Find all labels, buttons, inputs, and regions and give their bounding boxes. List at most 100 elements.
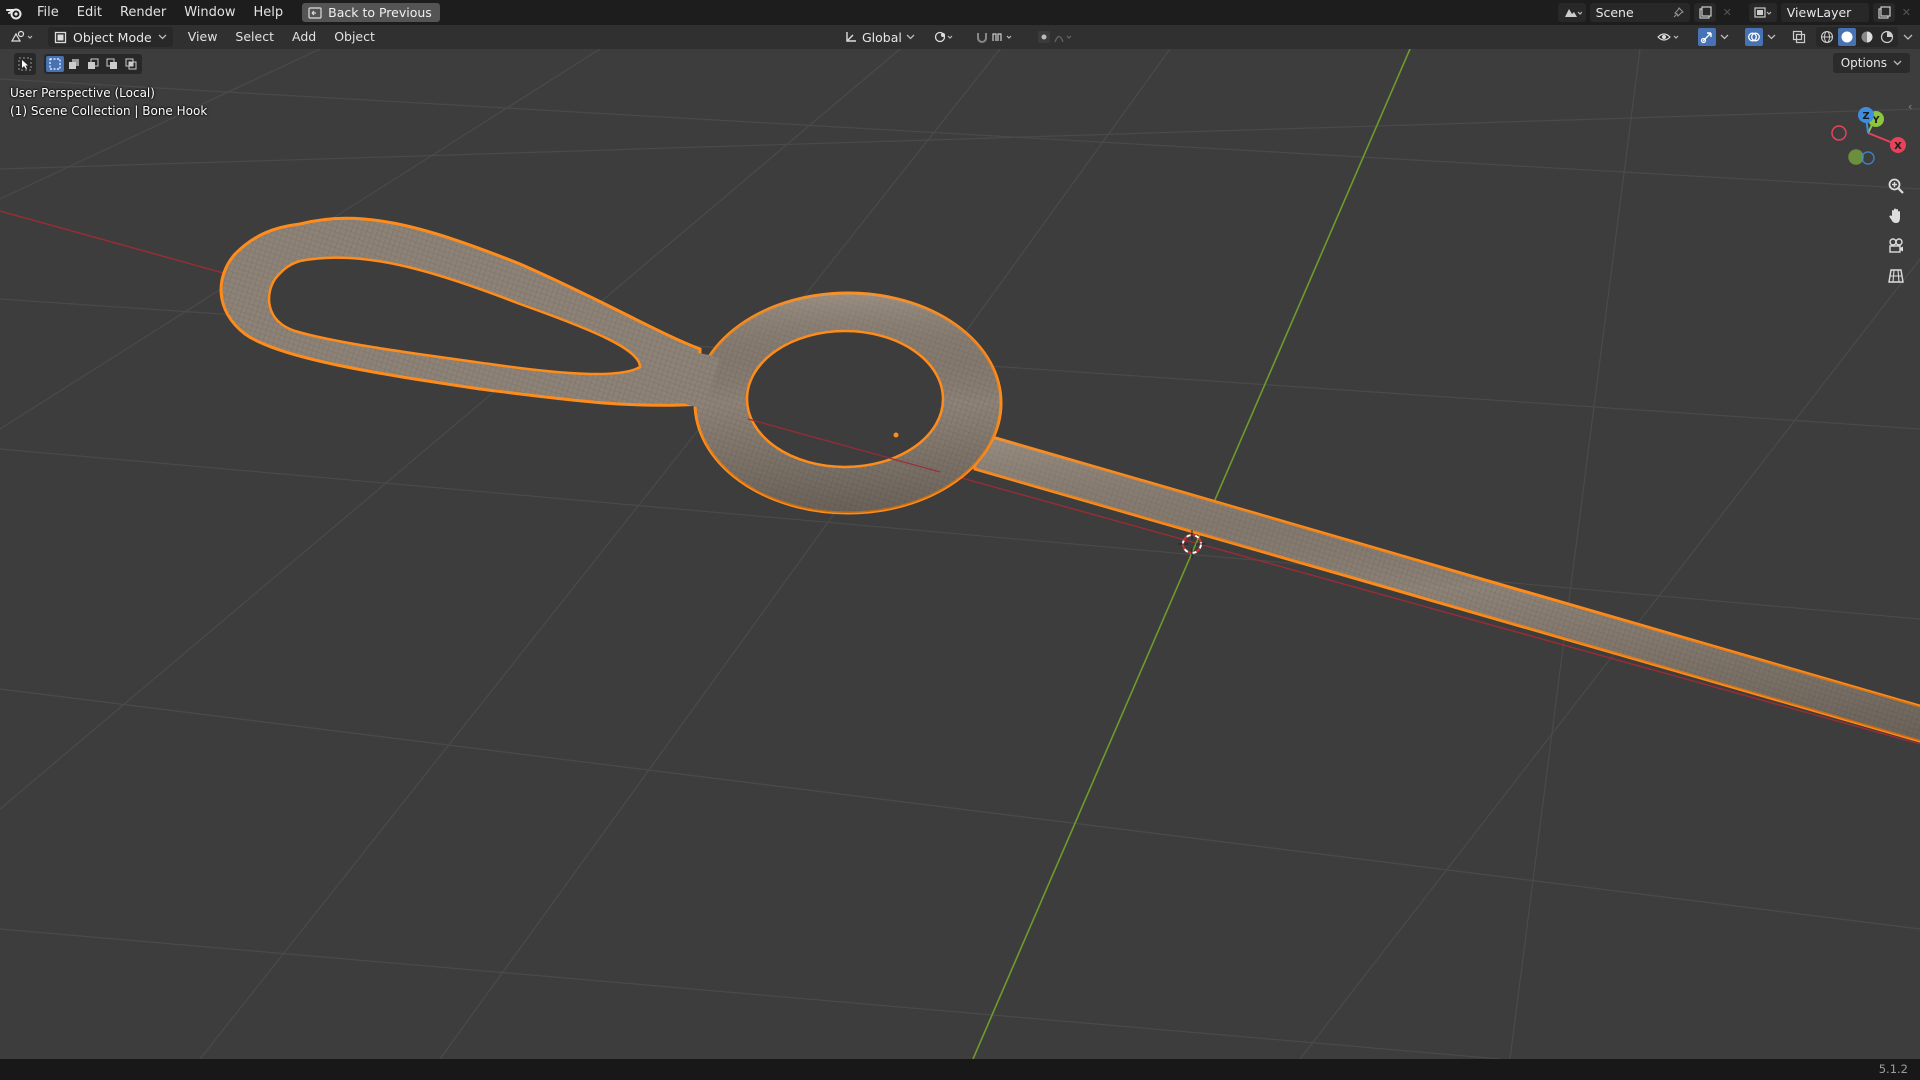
floor-grid — [0, 49, 1920, 1059]
select-tool-button[interactable] — [14, 53, 36, 75]
wireframe-sphere-icon — [1820, 30, 1834, 44]
cursor-arrow-icon — [18, 57, 32, 71]
viewport-info-overlay: User Perspective (Local) (1) Scene Colle… — [10, 84, 207, 120]
blender-logo-icon[interactable] — [0, 0, 28, 25]
select-invert-button[interactable] — [103, 56, 121, 72]
view-perspective-label: User Perspective (Local) — [10, 86, 155, 100]
topbar-right: Scene ✕ ViewLayer ✕ — [1557, 0, 1920, 25]
top-menu-bar: File Edit Render Window Help Back to Pre… — [0, 0, 1920, 25]
sidebar-collapse-chevron-icon[interactable]: ‹ — [1908, 100, 1920, 116]
viewport-navigation-buttons — [1882, 174, 1910, 288]
gizmo-neg-z-icon[interactable] — [1861, 151, 1875, 165]
gizmo-neg-y-icon[interactable] — [1848, 149, 1864, 165]
duplicate-icon — [1878, 5, 1891, 19]
xray-toggle[interactable] — [1786, 27, 1812, 47]
menu-edit[interactable]: Edit — [68, 0, 111, 25]
3d-viewport[interactable]: X Y Z — [0, 49, 1920, 1059]
wireframe-shading-button[interactable] — [1818, 28, 1836, 46]
shading-options-chevron-icon[interactable] — [1902, 33, 1914, 41]
transform-controls: Global — [838, 25, 1085, 49]
menu-view[interactable]: View — [179, 25, 227, 49]
scene-icon — [1564, 8, 1582, 17]
new-viewlayer-button[interactable] — [1872, 3, 1895, 22]
svg-text:Z: Z — [1862, 111, 1869, 122]
overlays-toggle[interactable] — [1739, 27, 1782, 47]
selection-mode-group — [44, 54, 142, 74]
camera-icon — [1889, 238, 1903, 253]
chevron-down-icon — [906, 34, 915, 40]
pin-icon — [1673, 7, 1684, 18]
back-to-previous-button[interactable]: Back to Previous — [302, 3, 440, 22]
select-extend-icon — [69, 59, 79, 69]
orientation-icon — [846, 32, 856, 42]
svg-text:X: X — [1894, 141, 1902, 152]
shading-mode-group — [1816, 27, 1898, 47]
menu-file[interactable]: File — [28, 0, 68, 25]
chevron-down-icon — [158, 34, 167, 40]
orientation-label: Global — [862, 29, 902, 45]
gizmo-neg-x-icon[interactable] — [1831, 125, 1847, 141]
select-intersect-button[interactable] — [122, 56, 140, 72]
select-extend-button[interactable] — [65, 56, 83, 72]
overlays-icon — [1745, 28, 1763, 46]
snap-controls[interactable] — [969, 27, 1025, 47]
selectability-visibility-icon — [1657, 33, 1679, 41]
menu-add[interactable]: Add — [283, 25, 325, 49]
navigation-gizmo[interactable]: X Y Z — [1831, 107, 1906, 165]
select-new-icon — [49, 58, 61, 70]
editor-type-button[interactable] — [10, 27, 40, 47]
duplicate-icon — [1698, 5, 1712, 19]
menu-render[interactable]: Render — [111, 0, 175, 25]
object-mode-dropdown[interactable]: Object Mode — [48, 27, 173, 47]
zoom-button[interactable] — [1882, 174, 1910, 198]
menu-help[interactable]: Help — [245, 0, 293, 25]
viewlayer-name: ViewLayer — [1786, 5, 1852, 20]
version-label: 5.1.2 — [1878, 1062, 1908, 1076]
camera-view-button[interactable] — [1882, 234, 1910, 258]
select-invert-icon — [106, 58, 117, 69]
visibility-dropdown[interactable] — [1650, 27, 1688, 47]
solid-shading-button[interactable] — [1838, 28, 1856, 46]
tool-header-row — [14, 53, 142, 75]
proportional-editing[interactable] — [1031, 27, 1085, 47]
pan-button[interactable] — [1882, 204, 1910, 228]
viewlayer-icon — [1754, 6, 1772, 18]
rendered-sphere-icon — [1880, 30, 1894, 44]
status-bar: 5.1.2 — [0, 1059, 1920, 1080]
active-collection-label: (1) Scene Collection | Bone Hook — [10, 104, 208, 118]
mode-label: Object Mode — [73, 29, 152, 45]
options-dropdown[interactable]: Options — [1832, 53, 1910, 73]
select-subtract-button[interactable] — [84, 56, 102, 72]
ortho-grid-icon — [1888, 269, 1904, 283]
viewlayer-name-field[interactable]: ViewLayer — [1780, 3, 1869, 22]
new-scene-button[interactable] — [1693, 3, 1716, 22]
chevron-down-icon — [1893, 60, 1902, 66]
perspective-toggle-button[interactable] — [1882, 264, 1910, 288]
orientation-dropdown[interactable]: Global — [838, 27, 921, 47]
menu-object[interactable]: Object — [325, 25, 384, 49]
menu-select[interactable]: Select — [226, 25, 283, 49]
proportional-edit-icon — [1037, 31, 1072, 43]
gizmo-toggle[interactable] — [1692, 27, 1735, 47]
solid-sphere-icon — [1841, 31, 1853, 43]
scene-name: Scene — [1595, 5, 1634, 20]
material-shading-button[interactable] — [1858, 28, 1876, 46]
back-button-label: Back to Previous — [328, 5, 432, 20]
rendered-shading-button[interactable] — [1878, 28, 1896, 46]
chevron-down-icon — [1767, 34, 1776, 40]
material-sphere-icon — [1861, 31, 1873, 43]
pivot-point-dropdown[interactable] — [927, 27, 963, 47]
remove-viewlayer-icon[interactable]: ✕ — [1899, 6, 1914, 19]
back-screen-icon — [308, 6, 322, 19]
pivot-icon — [934, 31, 953, 43]
gizmo-icon — [1698, 28, 1716, 46]
remove-scene-icon[interactable]: ✕ — [1720, 6, 1735, 19]
object-mode-icon — [54, 31, 67, 43]
select-intersect-icon — [125, 58, 137, 70]
select-new-button[interactable] — [46, 56, 64, 72]
scene-name-field[interactable]: Scene — [1589, 3, 1690, 22]
menu-window[interactable]: Window — [175, 0, 244, 25]
bone-hook-mesh[interactable] — [219, 216, 1920, 744]
viewlayer-browse-button[interactable] — [1748, 3, 1777, 22]
scene-browse-button[interactable] — [1557, 3, 1586, 22]
